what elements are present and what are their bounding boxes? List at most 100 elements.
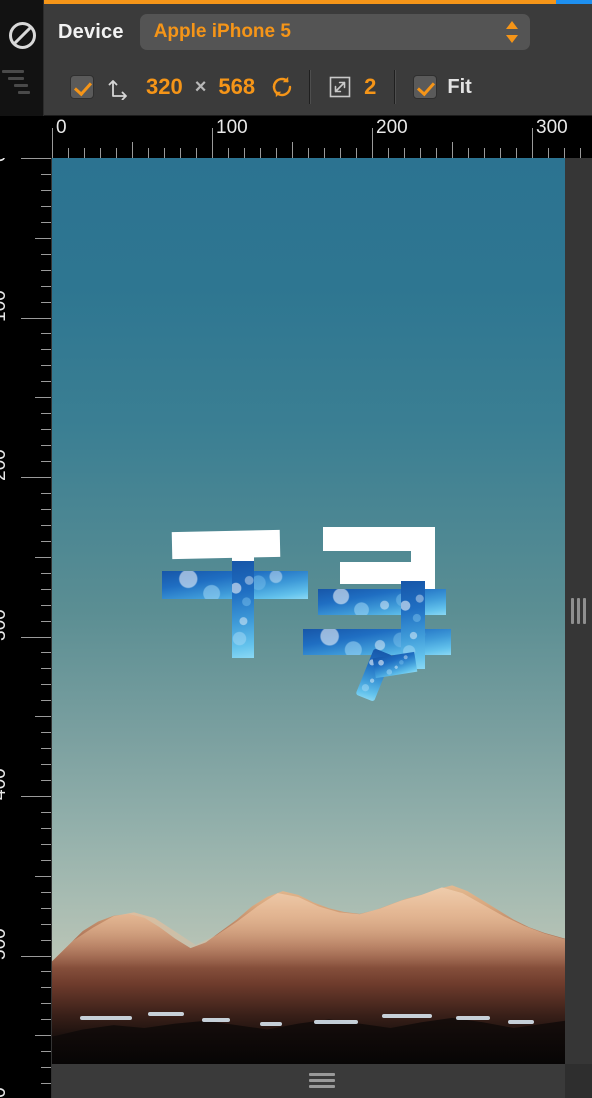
ruler-tick — [468, 148, 469, 158]
horizontal-ruler[interactable]: 0 100 200 300 — [0, 116, 592, 158]
device-viewport[interactable] — [52, 158, 565, 1064]
ruler-tick — [35, 1035, 51, 1037]
scale-value[interactable]: 2 — [364, 74, 376, 100]
ruler-tick — [41, 1051, 51, 1053]
ruler-tick — [35, 237, 51, 239]
ruler-tick — [41, 939, 51, 941]
device-label: Device — [58, 20, 124, 43]
right-resize-pane[interactable] — [565, 158, 592, 1064]
bottom-bar-corner — [565, 1064, 592, 1098]
ruler-tick — [41, 620, 51, 622]
ruler-tick — [420, 148, 421, 158]
ruler-label: 400 — [0, 768, 10, 800]
ruler-tick — [35, 716, 51, 718]
ruler-tick — [41, 413, 51, 415]
ruler-tick — [35, 397, 51, 399]
ruler-tick — [21, 158, 51, 159]
bottom-resize-bar[interactable] — [52, 1064, 592, 1098]
ruler-tick — [41, 684, 51, 686]
ruler-tick — [84, 148, 85, 158]
ruler-tick — [21, 796, 51, 797]
ruler-tick — [68, 148, 69, 158]
fit-checkbox[interactable] — [413, 75, 438, 99]
ruler-tick — [41, 1083, 51, 1085]
ruler-label: 200 — [376, 117, 408, 138]
orientation-swap-icon[interactable] — [106, 74, 132, 100]
ruler-tick — [180, 148, 181, 158]
ruler-tick — [41, 827, 51, 829]
ruler-tick — [196, 148, 197, 158]
ruler-tick — [52, 128, 53, 158]
size-enabled-checkbox[interactable] — [70, 75, 94, 99]
stepper-updown-icon[interactable] — [504, 19, 520, 45]
ruler-tick — [41, 572, 51, 574]
ruler-tick — [404, 148, 405, 158]
ruler-label: 200 — [0, 449, 10, 481]
ruler-tick — [436, 148, 437, 158]
ruler-tick — [41, 492, 51, 494]
ruler-tick — [516, 148, 517, 158]
ruler-tick — [41, 221, 51, 223]
ruler-tick — [484, 148, 485, 158]
ruler-tick — [41, 429, 51, 431]
ruler-tick — [388, 148, 389, 158]
ruler-tick — [41, 971, 51, 973]
scale-icon[interactable] — [328, 75, 352, 99]
ruler-tick — [148, 148, 149, 158]
ruler-label: 300 — [0, 608, 10, 641]
prohibited-icon[interactable] — [9, 22, 36, 49]
ruler-tick — [41, 540, 51, 542]
ruler-tick — [356, 148, 357, 158]
ruler-tick — [41, 285, 51, 287]
ruler-label: 500 — [0, 927, 10, 960]
ruler-tick — [41, 748, 51, 750]
ruler-label: 0 — [56, 117, 67, 138]
left-gutter — [0, 0, 44, 116]
ruler-tick — [41, 604, 51, 606]
vertical-ruler[interactable]: 0100200300400500600 — [0, 116, 52, 1098]
ruler-tick — [580, 148, 581, 158]
ruler-tick — [41, 652, 51, 654]
fit-label: Fit — [447, 75, 472, 98]
device-width-value[interactable]: 320 — [146, 74, 183, 100]
ruler-tick — [41, 859, 51, 861]
ruler-tick — [452, 142, 453, 158]
ruler-tick — [228, 148, 229, 158]
horizontal-resize-grip[interactable] — [309, 1073, 335, 1089]
ruler-tick — [260, 148, 261, 158]
ruler-tick — [41, 381, 51, 383]
ruler-tick — [21, 955, 51, 957]
ruler-tick — [132, 142, 133, 158]
ruler-tick — [41, 668, 51, 670]
device-size-row: 320 × 568 2 Fit — [44, 60, 592, 114]
device-dropdown[interactable]: Apple iPhone 5 — [139, 14, 530, 50]
ruler-tick — [532, 128, 533, 158]
code-lines-decoration — [2, 70, 42, 98]
ruler-tick — [41, 301, 51, 303]
ruler-tick — [41, 365, 51, 367]
rotate-icon[interactable] — [269, 74, 295, 100]
glyph-white-bar-1 — [171, 529, 281, 560]
vertical-resize-grip[interactable] — [571, 598, 586, 624]
ruler-tick — [41, 811, 51, 813]
ruler-tick — [308, 148, 309, 158]
ruler-tick — [21, 317, 51, 319]
glyph-blue-stem-1 — [232, 561, 254, 658]
ruler-label: 100 — [0, 289, 10, 322]
device-height-value[interactable]: 568 — [218, 74, 255, 100]
ruler-tick — [41, 524, 51, 526]
ruler-tick — [41, 173, 51, 175]
ruler-tick — [41, 843, 51, 845]
ruler-label: 600 — [0, 1087, 11, 1098]
ruler-tick — [41, 700, 51, 702]
ruler-tick — [41, 349, 51, 351]
ruler-tick — [21, 636, 51, 638]
times-symbol: × — [194, 75, 207, 98]
ruler-tick — [500, 148, 501, 158]
ruler-tick — [41, 732, 51, 734]
ruler-tick — [164, 148, 165, 158]
ruler-tick — [41, 907, 51, 909]
ruler-tick — [372, 128, 373, 158]
ruler-label: 100 — [216, 117, 248, 138]
ruler-tick — [41, 1003, 51, 1005]
